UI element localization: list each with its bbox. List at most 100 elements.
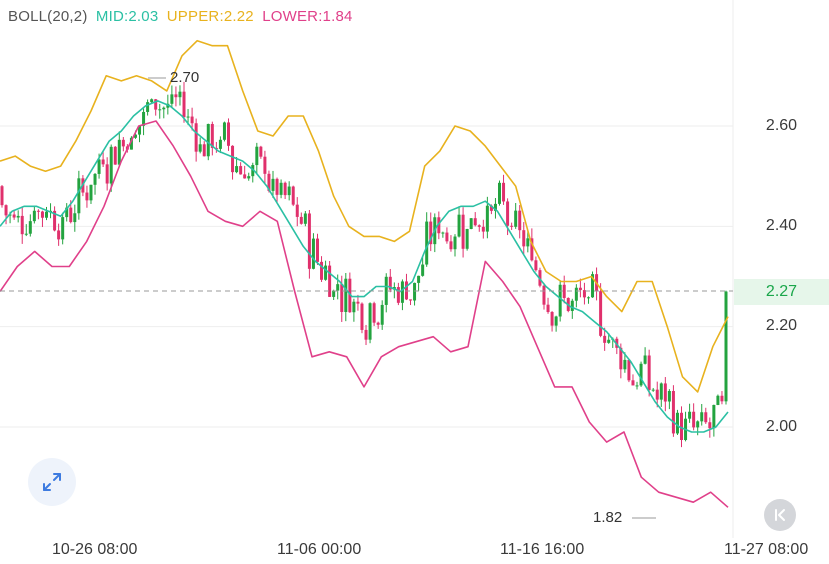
candle-body (570, 300, 574, 311)
candle-body (324, 265, 328, 280)
candle-body (85, 192, 89, 201)
candle-body (477, 225, 481, 227)
candle-body (24, 233, 28, 235)
candle-body (550, 312, 554, 326)
candle-body (562, 284, 566, 298)
candle-body (526, 238, 530, 247)
scroll-to-start-button[interactable] (764, 499, 796, 531)
candle-body (73, 213, 77, 223)
candle-body (0, 186, 4, 206)
candle-body (36, 210, 40, 212)
candle-body (121, 139, 125, 147)
candle-body (627, 359, 631, 381)
candle-body (263, 156, 267, 174)
candle-body (599, 291, 603, 336)
candle-body (227, 122, 231, 146)
candle-body (20, 215, 24, 235)
candle-body (101, 159, 105, 165)
last-price-tag: 2.27 (734, 279, 829, 305)
candle-body (105, 164, 109, 184)
candle-body (206, 123, 210, 157)
candle-body (663, 383, 667, 402)
legend-mid: MID:2.03 (95, 8, 159, 25)
candle-body (469, 218, 473, 230)
candle-body (514, 210, 518, 227)
candle-body (356, 301, 360, 304)
high-annotation: 2.70 (170, 69, 200, 86)
candle-body (222, 122, 226, 140)
band-mid-line (0, 100, 729, 433)
candle-body (97, 159, 101, 174)
candle-body (275, 178, 279, 195)
candle-body (453, 236, 457, 250)
candle-body (712, 404, 716, 429)
candle-body (117, 139, 121, 165)
candle-body (291, 186, 295, 205)
expand-button[interactable] (28, 458, 76, 506)
candle-body (315, 238, 319, 262)
candle-body (170, 94, 174, 104)
candle-body (336, 284, 340, 291)
candle-body (481, 226, 485, 232)
candles (0, 81, 728, 448)
candle-body (57, 230, 61, 240)
candle-body (194, 123, 198, 152)
candle-body (77, 178, 81, 214)
chevron-left-bar-icon (775, 509, 785, 521)
candle-body (404, 281, 408, 300)
candle-body (708, 422, 712, 429)
candle-body (198, 144, 202, 152)
candle-body (651, 389, 655, 391)
legend-upper: UPPER:2.22 (166, 8, 254, 25)
candle-body (360, 303, 364, 330)
candle-body (639, 363, 643, 386)
x-tick-label: 10-26 08:00 (52, 541, 138, 558)
candle-body (578, 287, 582, 291)
candle-body (692, 411, 696, 428)
candle-body (441, 232, 445, 234)
candle-body (635, 385, 639, 387)
candle-body (586, 297, 590, 299)
x-tick-label: 11-16 16:00 (500, 541, 585, 558)
candle-body (643, 355, 647, 364)
candle-body (247, 176, 251, 179)
y-tick-label: 2.60 (765, 117, 798, 134)
bollinger-bands (0, 39, 729, 508)
candle-body (574, 287, 578, 301)
candle-body (425, 221, 429, 265)
candle-body (445, 232, 449, 242)
candle-body (724, 291, 728, 402)
candle-body (239, 166, 243, 175)
candle-body (352, 301, 356, 313)
candle-body (150, 99, 154, 103)
candle-body (61, 217, 65, 240)
candle-body (113, 146, 117, 165)
candle-body (510, 225, 514, 227)
bollinger-chart[interactable] (0, 0, 829, 564)
candle-body (32, 210, 36, 222)
candle-body (299, 216, 303, 224)
candle-body (303, 213, 307, 224)
candle-body (449, 241, 453, 250)
legend-indicator: BOLL(20,2) (8, 8, 88, 25)
candle-body (44, 211, 48, 218)
candle-body (534, 260, 538, 271)
candle-body (182, 91, 186, 118)
candle-body (178, 91, 182, 98)
candle-body (688, 411, 692, 419)
candle-body (542, 285, 546, 305)
band-upper-line (0, 39, 729, 393)
candle-body (522, 230, 526, 247)
candle-body (307, 213, 311, 269)
candle-body (506, 201, 510, 226)
candle-body (218, 139, 222, 149)
candle-body (12, 214, 16, 218)
candle-body (69, 207, 73, 223)
candle-body (231, 145, 235, 173)
candle-body (295, 204, 299, 217)
candle-body (344, 278, 348, 312)
candle-body (607, 339, 611, 343)
candle-body (704, 412, 708, 423)
candle-body (311, 238, 315, 269)
candle-body (675, 412, 679, 434)
